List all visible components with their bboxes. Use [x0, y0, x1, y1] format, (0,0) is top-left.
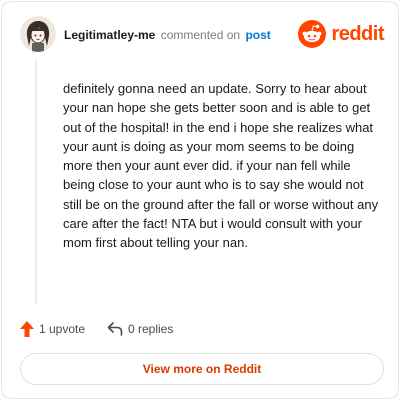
reply-count[interactable]: 0 replies — [107, 318, 173, 340]
upvote-arrow-icon — [20, 321, 34, 337]
upvote-label: 1 upvote — [39, 322, 86, 336]
reply-arrow-icon — [107, 322, 123, 336]
reddit-logo[interactable]: reddit — [298, 20, 384, 48]
upvote-count[interactable]: 1 upvote — [20, 318, 85, 340]
comment-header: Legitimatley-me commented on post reddit — [16, 16, 388, 54]
comment-meta: Legitimatley-me commented on post — [64, 28, 271, 42]
comment-footer: 1 upvote 0 replies — [20, 318, 380, 340]
comment-body: definitely gonna need an update. Sorry t… — [63, 81, 379, 251]
thread-line — [35, 60, 37, 304]
reddit-wordmark: reddit — [331, 23, 384, 45]
reddit-snoo-icon — [298, 20, 327, 48]
comment-embed-card: Legitimatley-me commented on post reddit… — [1, 1, 399, 399]
view-more-button[interactable]: View more on Reddit — [20, 353, 384, 385]
post-link[interactable]: post — [245, 28, 270, 42]
replies-label: 0 replies — [128, 322, 174, 336]
username[interactable]: Legitimatley-me — [64, 28, 155, 42]
avatar[interactable] — [20, 16, 56, 52]
comment-action-text: commented on — [160, 28, 241, 42]
